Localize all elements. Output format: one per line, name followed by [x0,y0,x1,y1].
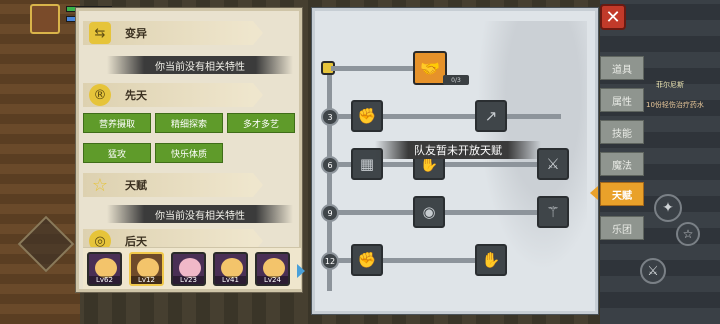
member-level: Lv12 [131,276,162,284]
party-member-slot[interactable]: Lv62 [87,252,122,286]
trait-button[interactable]: 快乐体质 [155,143,223,163]
star-action-button[interactable]: ☆ [676,222,700,246]
player-avatar[interactable] [30,4,60,34]
branch-icon[interactable]: ↗ [475,100,507,132]
section-header-mutation: ⇆ 变异 [83,21,263,45]
party-member-slot-selected[interactable]: Lv12 [129,252,164,286]
star-icon: ☆ [91,174,109,196]
talent-point-count: 0/3 [443,75,469,85]
tab-attributes[interactable]: 属性 [600,88,644,112]
member-level: Lv24 [257,276,288,284]
empty-trait-note: 你当前没有相关特性 [107,56,293,74]
active-tab-pointer-icon [590,186,598,200]
party-member-slot[interactable]: Lv23 [171,252,206,286]
talent-level-badge: 9 [321,204,339,222]
attack-button[interactable]: ⚔ [640,258,666,284]
ripple-icon[interactable]: ◉ [413,196,445,228]
member-level: Lv41 [215,276,246,284]
wings-icon[interactable]: ⚚ [537,196,569,228]
trait-button[interactable]: 精细探索 [155,113,223,133]
sword-icon[interactable]: ⚔ [537,148,569,180]
section-title: 变异 [125,27,147,40]
party-selector: Lv62 Lv12 Lv23 Lv41 Lv24 [83,247,305,289]
handshake-icon[interactable]: 🤝 [413,51,447,85]
talent-level-badge: 6 [321,156,339,174]
talent-locked-notice: 队友暂未开放天赋 [375,141,541,159]
tab-items[interactable]: 道具 [600,56,644,80]
trait-button[interactable]: 多才多艺 [227,113,295,133]
talent-tree-panel: 🤝 0/3 3 ✊ ↗ 6 ▦ ✋ ⚔ 队友暂未开放天赋 9 ◉ ⚚ 12 ✊ … [312,8,598,314]
party-member-slot[interactable]: Lv24 [255,252,290,286]
member-level: Lv62 [89,276,120,284]
talent-level-badge: 12 [321,252,339,270]
empty-trait-note: 你当前没有相关特性 [107,205,293,223]
section-title: 天赋 [125,179,147,192]
skill-button[interactable]: ✦ [654,194,682,222]
section-title: 先天 [125,89,147,102]
tab-skills[interactable]: 技能 [600,120,644,144]
muscle-icon[interactable]: ✊ [351,100,383,132]
world-floor-left [0,0,80,324]
tab-band[interactable]: 乐团 [600,216,644,240]
traits-panel: ⇆ 变异 你当前没有相关特性 ® 先天 营养摄取 精细探索 多才多艺 猛攻 快乐… [76,8,305,292]
section-header-talent: ☆ 天赋 [83,173,263,197]
trait-button[interactable]: 猛攻 [83,143,151,163]
mutation-icon: ⇆ [89,22,111,44]
party-member-slot[interactable]: Lv41 [213,252,248,286]
party-next-arrow-icon[interactable] [297,264,305,278]
tab-magic[interactable]: 魔法 [600,152,644,176]
talent-level-badge: 3 [321,108,339,126]
talent-track [331,66,417,71]
fist-icon[interactable]: ✊ [351,244,383,276]
trait-button[interactable]: 营养摄取 [83,113,151,133]
glove-icon[interactable]: ✋ [475,244,507,276]
member-level: Lv23 [173,276,204,284]
section-header-innate: ® 先天 [83,83,263,107]
tab-talent[interactable]: 天赋 [600,182,644,206]
close-button[interactable]: ✕ [600,4,626,30]
loot-label: 10份轻伤治疗药水 [646,101,704,109]
talent-track [331,210,561,215]
npc-name-label: 菲尔尼斯 [656,81,684,89]
innate-icon: ® [89,84,111,106]
